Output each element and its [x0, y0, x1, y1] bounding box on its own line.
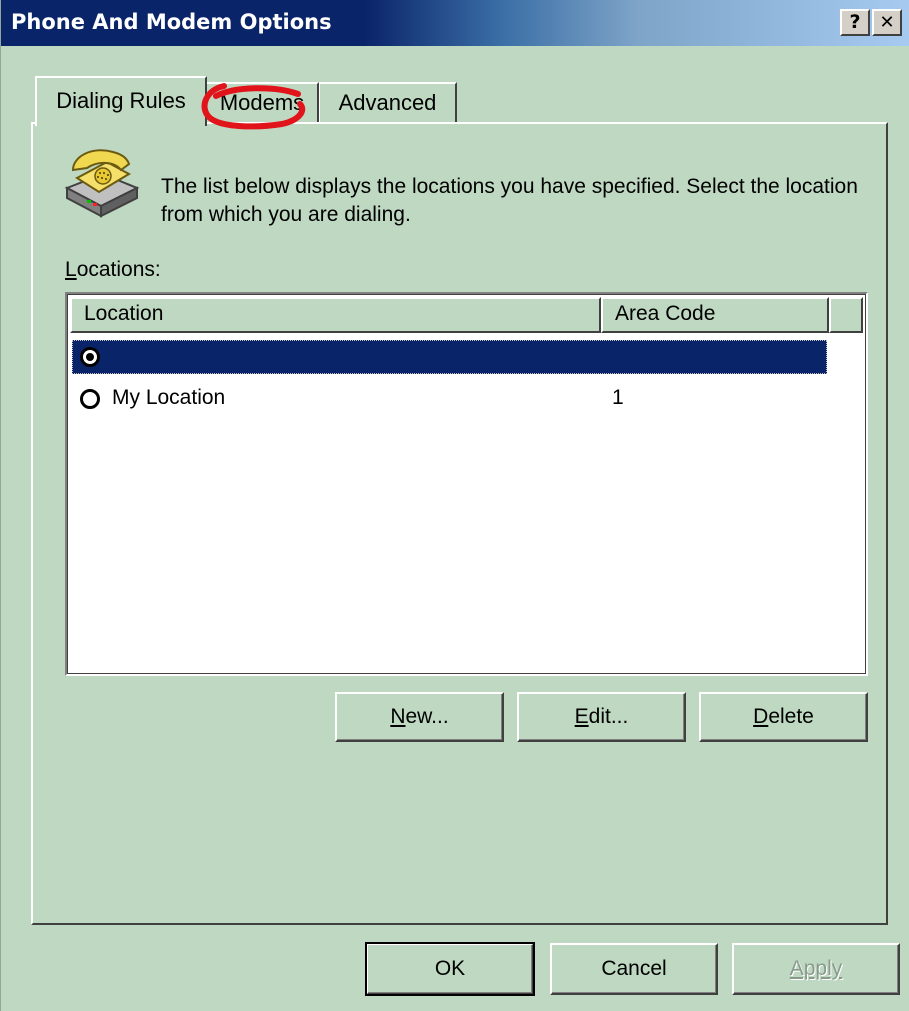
- locations-label-rest: ocations:: [76, 258, 161, 281]
- help-button[interactable]: ?: [840, 9, 870, 36]
- ok-button-label: OK: [434, 957, 466, 980]
- delete-button-label: elete: [768, 705, 814, 728]
- radio-selected-icon[interactable]: [80, 347, 100, 367]
- phone-and-modem-options-dialog: Phone And Modem Options ? ✕ Dialing Rule…: [0, 0, 909, 1011]
- title-bar[interactable]: Phone And Modem Options ? ✕: [1, 0, 909, 46]
- delete-button-accel: D: [753, 705, 769, 728]
- edit-button[interactable]: Edit...: [517, 692, 686, 742]
- column-header-area-code[interactable]: Area Code: [601, 297, 829, 333]
- new-button-label: ew...: [405, 705, 449, 728]
- area-code-cell: 1: [612, 386, 624, 409]
- locations-label: Locations:: [65, 258, 161, 282]
- tab-label: Modems: [219, 90, 305, 115]
- tab-modems[interactable]: Modems: [207, 82, 319, 122]
- column-header-label: Area Code: [615, 302, 716, 325]
- edit-button-accel: E: [574, 705, 589, 728]
- tab-advanced[interactable]: Advanced: [319, 82, 457, 122]
- column-header-label: Location: [84, 302, 164, 325]
- apply-button[interactable]: Apply: [732, 943, 900, 995]
- delete-button[interactable]: Delete: [699, 692, 868, 742]
- close-button[interactable]: ✕: [872, 9, 902, 36]
- close-icon: ✕: [879, 12, 895, 33]
- list-item[interactable]: My Location 1: [72, 382, 827, 416]
- cancel-button-label: Cancel: [601, 957, 667, 980]
- list-item-selected[interactable]: [72, 340, 827, 374]
- edit-button-label: dit...: [588, 705, 629, 728]
- ok-button[interactable]: OK: [365, 942, 535, 996]
- column-header-location[interactable]: Location: [70, 297, 601, 333]
- column-header-filler: [829, 297, 863, 333]
- locations-label-accel: L: [65, 258, 77, 281]
- apply-button-label: Apply: [789, 957, 843, 980]
- tab-label: Advanced: [338, 90, 437, 115]
- help-icon: ?: [849, 11, 861, 33]
- tab-dialing-rules[interactable]: Dialing Rules: [35, 76, 207, 126]
- new-button[interactable]: New...: [335, 692, 504, 742]
- new-button-accel: N: [390, 705, 406, 728]
- tab-label: Dialing Rules: [56, 88, 186, 113]
- window-title: Phone And Modem Options: [11, 10, 332, 34]
- phone-icon: [64, 149, 140, 218]
- description-text: The list below displays the locations yo…: [161, 175, 858, 226]
- locations-list[interactable]: Location Area Code My Location 1: [65, 292, 868, 676]
- radio-unselected-icon[interactable]: [80, 389, 100, 409]
- cancel-button[interactable]: Cancel: [550, 943, 718, 995]
- location-cell: My Location: [112, 386, 226, 409]
